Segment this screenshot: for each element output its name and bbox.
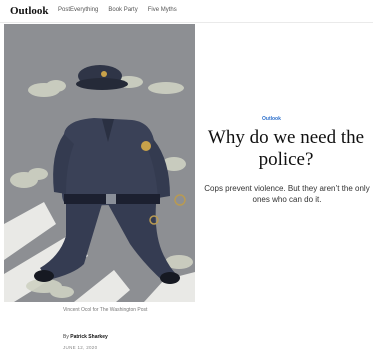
section-links: PostEverything Book Party Five Myths	[58, 7, 177, 13]
hero-illustration	[4, 24, 195, 302]
article-headline: Why do we need the police?	[207, 127, 365, 170]
byline-prefix: By	[63, 334, 69, 340]
nav-link-book-party[interactable]: Book Party	[108, 7, 137, 13]
brand-logo[interactable]: Outlook	[10, 5, 49, 17]
image-credit: Vincent Ocol for The Washington Post	[63, 307, 148, 313]
nav-link-five-myths[interactable]: Five Myths	[148, 7, 177, 13]
author-name[interactable]: Patrick Sharkey	[70, 334, 108, 340]
section-kicker[interactable]: Outlook	[262, 116, 281, 122]
byline: By Patrick Sharkey	[63, 334, 108, 340]
police-uniform-illustration	[4, 24, 195, 302]
publish-date: JUNE 12, 2020	[63, 345, 98, 350]
top-navigation: Outlook PostEverything Book Party Five M…	[0, 0, 373, 23]
article-dek: Cops prevent violence. But they aren’t t…	[204, 184, 370, 204]
nav-link-posteverything[interactable]: PostEverything	[58, 7, 98, 13]
